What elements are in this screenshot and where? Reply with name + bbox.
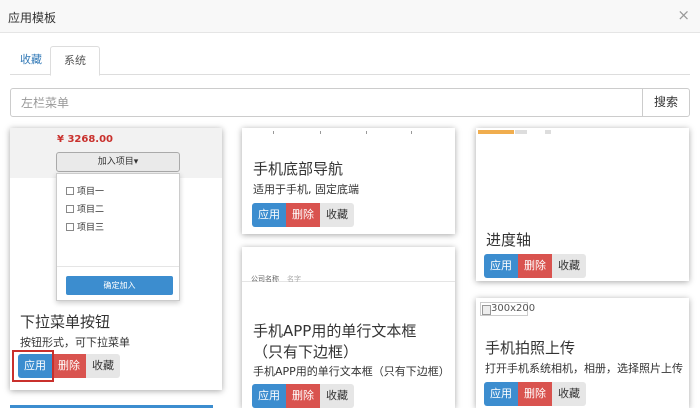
favorite-button[interactable]: 收藏 <box>86 354 120 378</box>
preview-menu-item-label: 项目二 <box>77 205 105 215</box>
preview-company-label: 公司名称 <box>251 275 279 283</box>
card-actions: 应用 删除 收藏 <box>252 384 354 408</box>
close-icon[interactable]: × <box>677 6 690 24</box>
card-actions: 应用 删除 收藏 <box>484 254 586 278</box>
template-card-progress: 进度轴 应用 删除 收藏 <box>476 128 689 281</box>
card-description: 按钮形式，可下拉菜单 <box>20 336 130 349</box>
preview-dropdown-button: 加入项目▾ <box>56 152 180 172</box>
card-description: 适用于手机, 固定底端 <box>253 183 359 196</box>
preview-menu-item: 项目二 <box>66 202 104 215</box>
favorite-button[interactable]: 收藏 <box>320 203 354 227</box>
card-preview: ¥ 3268.00 加入项目▾ <box>10 128 222 178</box>
preview-price: ¥ 3268.00 <box>57 134 113 145</box>
nav-tick <box>273 131 274 134</box>
template-card-bottom-nav: 手机底部导航 适用于手机, 固定底端 应用 删除 收藏 <box>242 128 455 234</box>
selection-highlight <box>12 350 54 382</box>
preview-menu-item: 项目三 <box>66 220 104 233</box>
progress-bar-segment <box>478 130 514 134</box>
nav-tick <box>320 131 321 134</box>
delete-button[interactable]: 删除 <box>518 382 552 406</box>
preview-input-row: 公司名称 名字 <box>242 247 455 283</box>
preview-dropdown-menu: 项目一 项目二 项目三 确定加入 <box>56 173 180 301</box>
preview-menu-item-label: 项目一 <box>77 187 105 197</box>
checkbox-icon <box>66 223 74 231</box>
apply-button[interactable]: 应用 <box>484 382 518 406</box>
card-description: 打开手机系统相机，相册，选择照片上传 <box>485 362 683 375</box>
preview-menu-item: 项目一 <box>66 184 104 197</box>
apply-button[interactable]: 应用 <box>252 384 286 408</box>
card-title: 手机底部导航 <box>253 160 344 178</box>
search-input[interactable] <box>10 88 643 117</box>
tab-system[interactable]: 系统 <box>50 46 100 76</box>
search-bar: 搜索 <box>10 88 690 117</box>
card-description: 手机APP用的单行文本框（只有下边框） <box>253 365 450 378</box>
dialog-titlebar: 应用模板 × <box>0 0 700 33</box>
caret-down-icon: ▾ <box>133 157 139 167</box>
favorite-button[interactable]: 收藏 <box>552 254 586 278</box>
apply-button[interactable]: 应用 <box>484 254 518 278</box>
card-title: 进度轴 <box>486 231 532 249</box>
preview-dropdown-label: 加入项目 <box>97 157 134 167</box>
card-title: 手机APP用的单行文本框 <box>253 322 417 340</box>
card-actions: 应用 删除 收藏 <box>484 382 586 406</box>
progress-bar-segment <box>545 130 551 134</box>
favorite-button[interactable]: 收藏 <box>552 382 586 406</box>
card-title-line2: （只有下边框） <box>253 343 359 361</box>
tab-bar: 收藏 系统 <box>10 46 690 76</box>
checkbox-icon <box>66 187 74 195</box>
nav-tick <box>366 131 367 134</box>
preview-menu-item-label: 项目三 <box>77 223 105 233</box>
preview-name-placeholder: 名字 <box>287 275 301 283</box>
delete-button[interactable]: 删除 <box>52 354 86 378</box>
apply-button[interactable]: 应用 <box>252 203 286 227</box>
card-title: 下拉菜单按钮 <box>20 313 111 331</box>
broken-image-placeholder: 300x200 <box>480 302 535 316</box>
dialog-title: 应用模板 <box>8 11 57 25</box>
delete-button[interactable]: 删除 <box>286 203 320 227</box>
nav-tick <box>411 131 412 134</box>
preview-divider <box>57 266 179 267</box>
delete-button[interactable]: 删除 <box>286 384 320 408</box>
tab-favorites[interactable]: 收藏 <box>10 46 52 75</box>
card-actions: 应用 删除 收藏 <box>252 203 354 227</box>
checkbox-icon <box>66 205 74 213</box>
preview-confirm-button: 确定加入 <box>66 276 173 295</box>
search-button[interactable]: 搜索 <box>642 88 690 117</box>
card-title: 手机拍照上传 <box>485 339 576 357</box>
progress-bar-segment <box>515 130 527 134</box>
favorite-button[interactable]: 收藏 <box>320 384 354 408</box>
delete-button[interactable]: 删除 <box>518 254 552 278</box>
